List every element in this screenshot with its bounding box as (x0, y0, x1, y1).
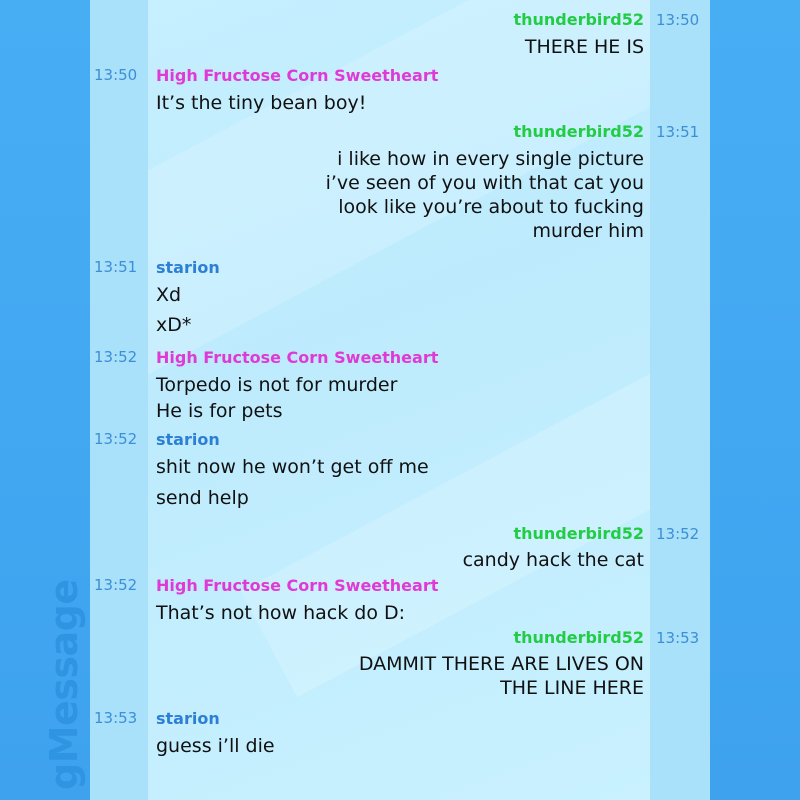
message-timestamp: 13:50 (656, 11, 700, 29)
message-line: i’ve seen of you with that cat you (325, 172, 644, 194)
message-line: Xd (156, 284, 182, 306)
message-line: guess i’ll die (156, 735, 275, 757)
message-timestamp: 13:51 (656, 123, 700, 141)
message-line: shit now he won’t get off me (156, 456, 429, 478)
message-author: starion (156, 709, 220, 728)
message-line: send help (156, 487, 249, 509)
message-timestamp: 13:53 (656, 629, 700, 647)
message-log: thunderbird52 13:50 THERE HE IS 13:50 Hi… (0, 0, 800, 800)
message-author: thunderbird52 (513, 122, 644, 141)
message-line: That’s not how hack do D: (156, 602, 406, 624)
message-author: High Fructose Corn Sweetheart (156, 576, 439, 595)
message-timestamp: 13:52 (94, 348, 138, 366)
message-line: THE LINE HERE (500, 677, 644, 699)
message-author: High Fructose Corn Sweetheart (156, 66, 439, 85)
message-line: DAMMIT THERE ARE LIVES ON (358, 653, 644, 675)
message-author: thunderbird52 (513, 628, 644, 647)
message-line: i like how in every single picture (337, 148, 644, 170)
message-line: It’s the tiny bean boy! (156, 92, 367, 114)
message-author: thunderbird52 (513, 10, 644, 29)
message-timestamp: 13:51 (94, 258, 138, 276)
message-line: look like you’re about to fucking (338, 196, 644, 218)
message-line: THERE HE IS (524, 36, 644, 58)
message-line: murder him (532, 220, 644, 242)
message-line: candy hack the cat (462, 549, 644, 571)
message-timestamp: 13:52 (656, 525, 700, 543)
message-timestamp: 13:50 (94, 66, 138, 84)
message-timestamp: 13:52 (94, 430, 138, 448)
message-timestamp: 13:53 (94, 709, 138, 727)
message-line: Torpedo is not for murder (156, 374, 398, 396)
message-line: xD* (156, 314, 192, 336)
message-author: starion (156, 430, 220, 449)
message-timestamp: 13:52 (94, 576, 138, 594)
message-author: starion (156, 258, 220, 277)
message-author: thunderbird52 (513, 524, 644, 543)
message-line: He is for pets (156, 400, 283, 422)
message-author: High Fructose Corn Sweetheart (156, 348, 439, 367)
